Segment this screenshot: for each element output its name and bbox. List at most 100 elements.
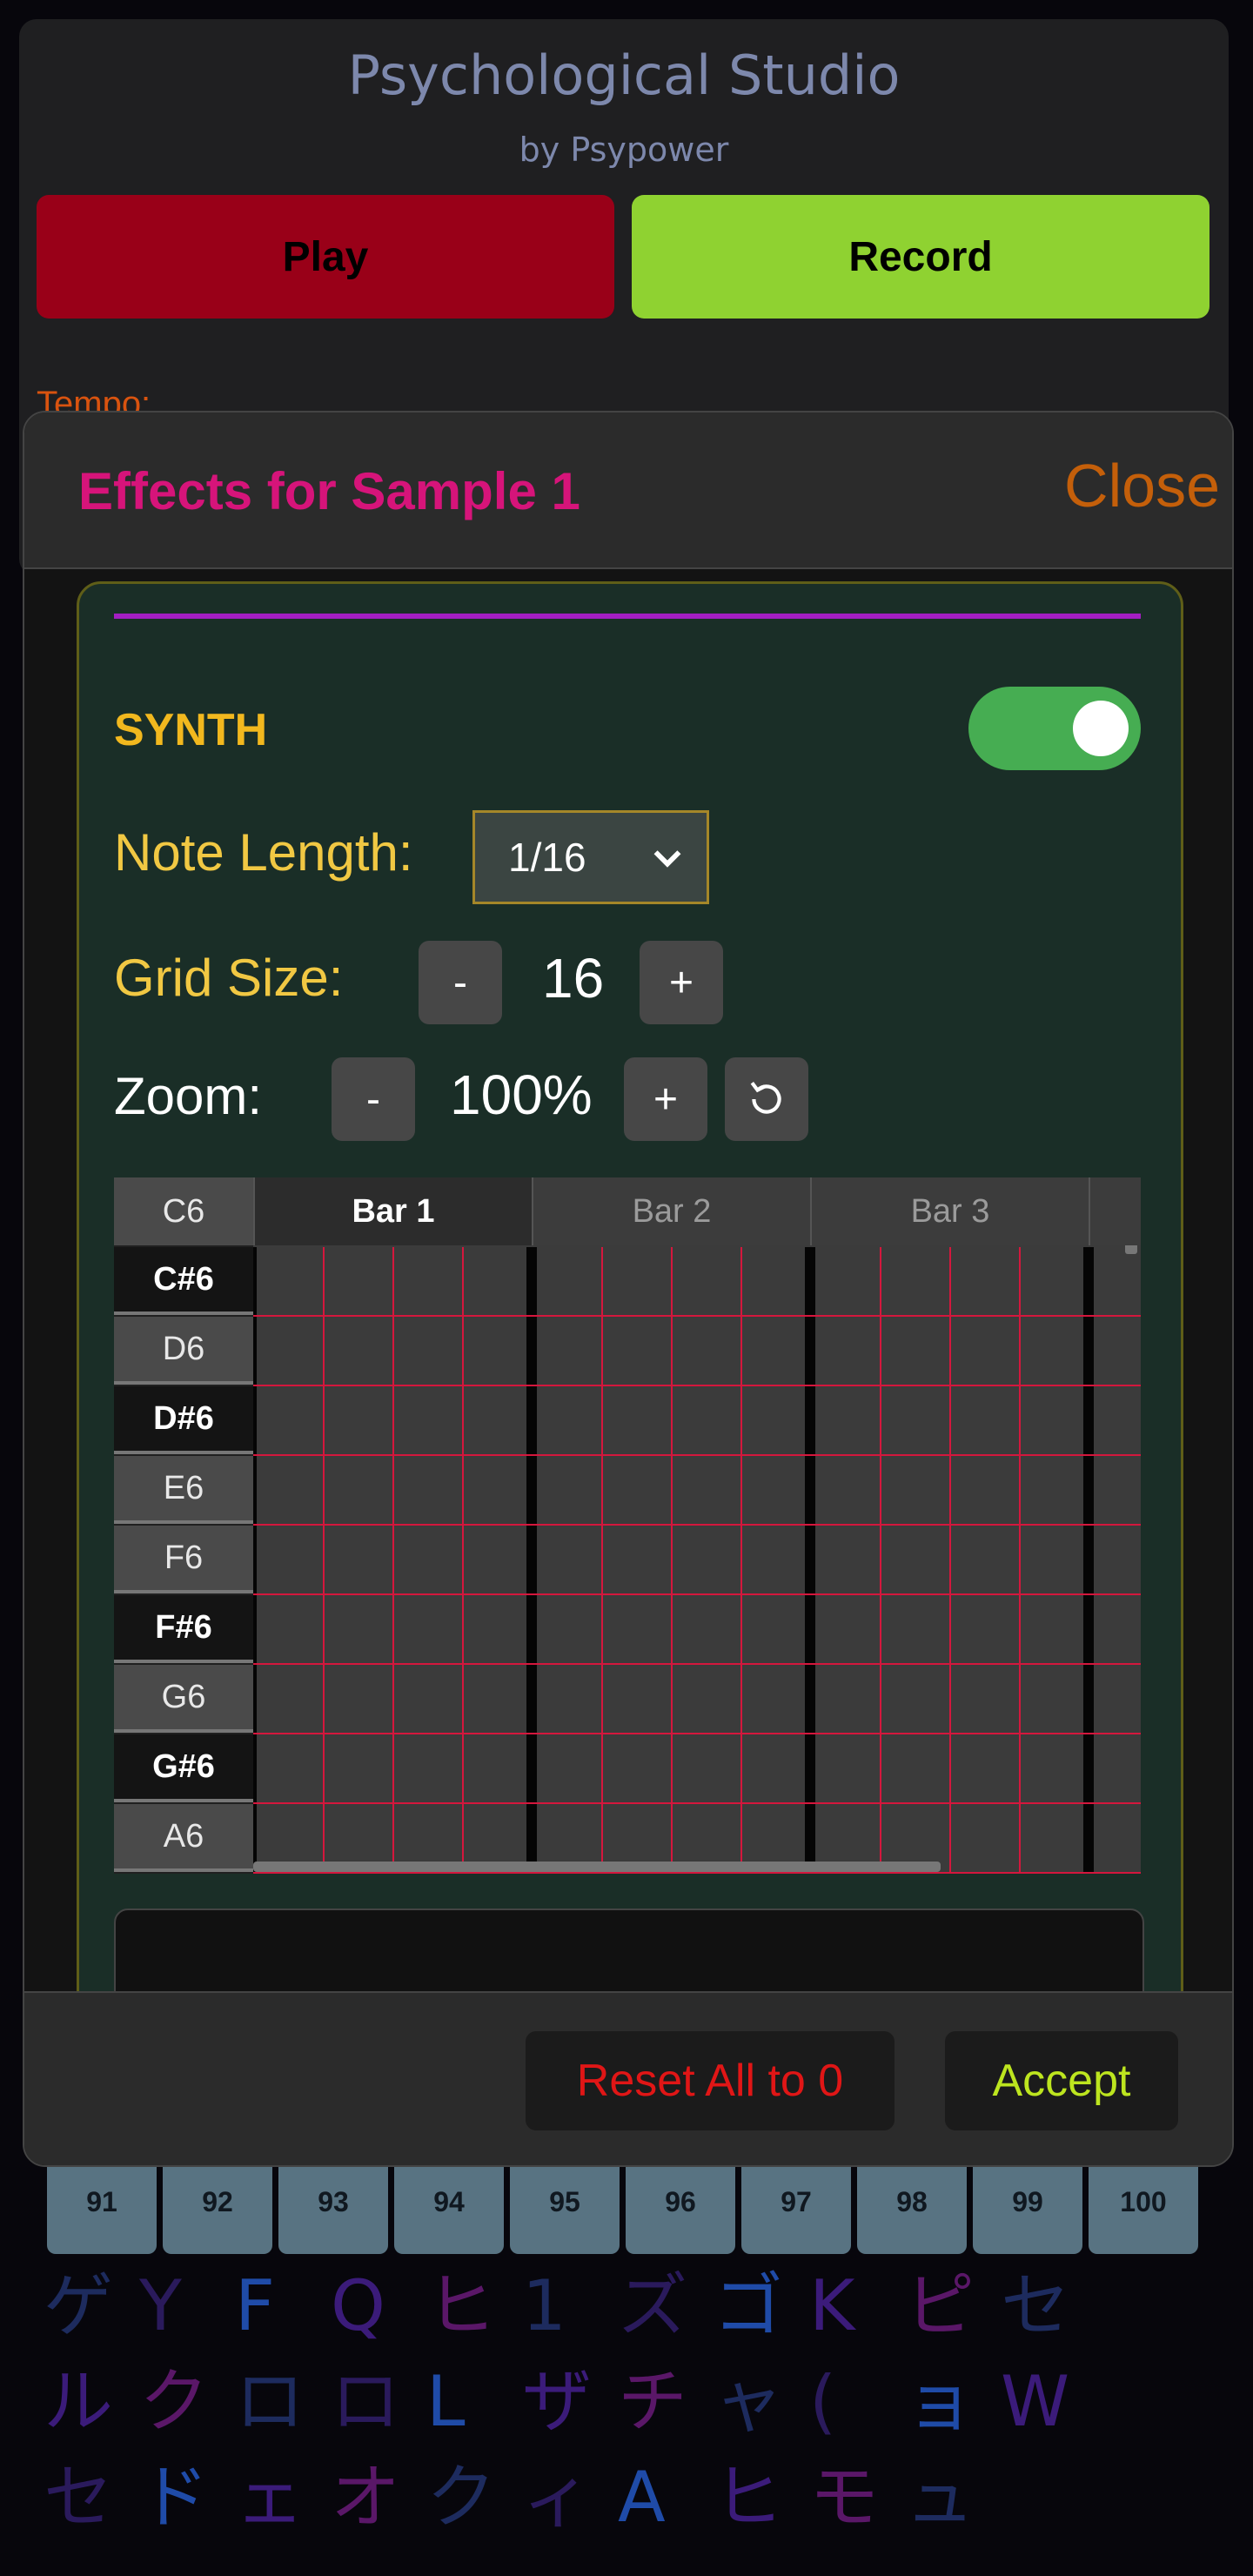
note-grid[interactable] [253,1247,1141,1874]
bar-header: Bar 2 [532,1177,810,1245]
piano-key-header: C6 [114,1177,253,1245]
bar-separator [253,1247,257,1874]
zoom-reset-button[interactable] [725,1057,808,1141]
synth-panel: SYNTH Note Length: 1/16 Grid Size: - 16 … [77,581,1183,2086]
play-button[interactable]: Play [37,195,614,319]
grid-line-vertical [392,1247,394,1874]
app-subtitle: by Psypower [519,131,729,169]
rain-glyph: ィ [522,2457,592,2538]
chevron-down-icon [653,850,681,868]
rain-glyph: ヒ [426,2265,496,2346]
panel-divider [114,614,1141,619]
rain-glyph: A [618,2457,666,2538]
piano-key[interactable]: D6 [114,1317,253,1385]
rain-glyph: ル [44,2361,113,2442]
piano-key[interactable]: C#6 [114,1247,253,1315]
modal-footer: Reset All to 0 Accept [24,1991,1232,2165]
rain-glyph: モ [809,2457,879,2538]
grid-line-vertical [462,1247,464,1874]
grid-size-value: 16 [542,947,605,1010]
grid-size-decrease-button[interactable]: - [419,941,502,1024]
zoom-out-button[interactable]: - [332,1057,415,1141]
rain-glyph: Y [139,2265,182,2346]
zoom-value: 100% [450,1063,593,1126]
grid-line-vertical [740,1247,742,1874]
rain-glyph: ゴ [714,2265,783,2346]
piano-roll-horizontal-scrollbar[interactable] [253,1862,941,1872]
rain-glyph: 1 [522,2265,566,2346]
rain-glyph: ョ [905,2361,975,2442]
rain-glyph: ロ [331,2361,400,2442]
zoom-label: Zoom: [114,1067,263,1125]
bar-separator [526,1247,537,1874]
grid-line-vertical [323,1247,325,1874]
modal-title: Effects for Sample 1 [78,462,580,520]
synth-toggle[interactable] [968,687,1141,770]
piano-key[interactable]: E6 [114,1456,253,1524]
bar-separator [805,1247,815,1874]
note-length-label: Note Length: [114,823,413,882]
bar-header: Bar 3 [810,1177,1089,1245]
piano-key[interactable]: F6 [114,1526,253,1593]
close-button[interactable]: Close [1064,451,1220,520]
piano-key[interactable]: G#6 [114,1734,253,1802]
bar-header-partial [1089,1177,1141,1245]
rain-glyph: ヒ [714,2457,783,2538]
rain-glyph: ェ [235,2457,305,2538]
rain-glyph: ゲ [44,2265,113,2346]
toggle-knob [1073,701,1129,756]
zoom-in-button[interactable]: + [624,1057,707,1141]
piano-key[interactable]: F#6 [114,1595,253,1663]
grid-line-horizontal [253,1872,1141,1874]
piano-key[interactable]: D#6 [114,1386,253,1454]
rain-glyph: F [235,2265,276,2346]
piano-keys: C6 C#6 D6 D#6 E6 F6 F#6 G6 G#6 A6 [114,1177,253,1874]
note-length-select[interactable]: 1/16 [472,810,709,904]
rain-glyph: ク [426,2457,496,2538]
note-length-value: 1/16 [508,835,586,880]
rain-glyph: ュ [905,2457,975,2538]
rain-glyph: ピ [905,2265,975,2346]
grid-line-horizontal [253,1593,1141,1595]
rain-glyph: L [426,2361,466,2442]
rain-glyph: チ [618,2361,687,2442]
rain-glyph: オ [331,2457,400,2538]
rain-glyph: Q [331,2265,385,2346]
grid-line-vertical [949,1247,951,1874]
piano-key[interactable]: A6 [114,1804,253,1872]
grid-line-horizontal [253,1385,1141,1386]
piano-roll: C6 C#6 D6 D#6 E6 F6 F#6 G6 G#6 A6 Bar 1 Bar 2 Bar … [114,1177,1141,1874]
grid-line-horizontal [253,1733,1141,1734]
rain-glyph: セ [1001,2265,1070,2346]
grid-line-horizontal [253,1802,1141,1804]
grid-line-vertical [880,1247,881,1874]
effects-modal: Effects for Sample 1 Close SYNTH Note Le… [23,411,1234,2167]
grid-line-vertical [1019,1247,1021,1874]
bar-header: Bar 1 [253,1177,532,1245]
rain-glyph: ド [139,2457,209,2538]
modal-header: Effects for Sample 1 Close [24,413,1232,569]
synth-label: SYNTH [114,705,268,755]
rain-glyph: ャ [714,2361,783,2442]
rain-glyph: W [1001,2361,1070,2442]
reset-all-button[interactable]: Reset All to 0 [526,2031,895,2130]
rain-glyph: ( [809,2361,837,2442]
rain-glyph: セ [44,2457,113,2538]
grid-line-vertical [671,1247,673,1874]
app-title: Psychological Studio [347,44,901,107]
grid-line-vertical [601,1247,603,1874]
piano-key[interactable]: G6 [114,1665,253,1733]
record-button[interactable]: Record [632,195,1209,319]
bar-separator [1083,1247,1094,1874]
rain-glyph: ク [139,2361,209,2442]
accept-button[interactable]: Accept [945,2031,1178,2130]
grid-line-horizontal [253,1524,1141,1526]
grid-line-horizontal [253,1454,1141,1456]
grid-size-increase-button[interactable]: + [640,941,723,1024]
rain-glyph: ロ [235,2361,305,2442]
rain-glyph: ザ [522,2361,592,2442]
reset-icon [750,1082,781,1114]
rain-glyph: K [809,2265,855,2346]
grid-line-horizontal [253,1315,1141,1317]
grid-size-label: Grid Size: [114,949,344,1007]
